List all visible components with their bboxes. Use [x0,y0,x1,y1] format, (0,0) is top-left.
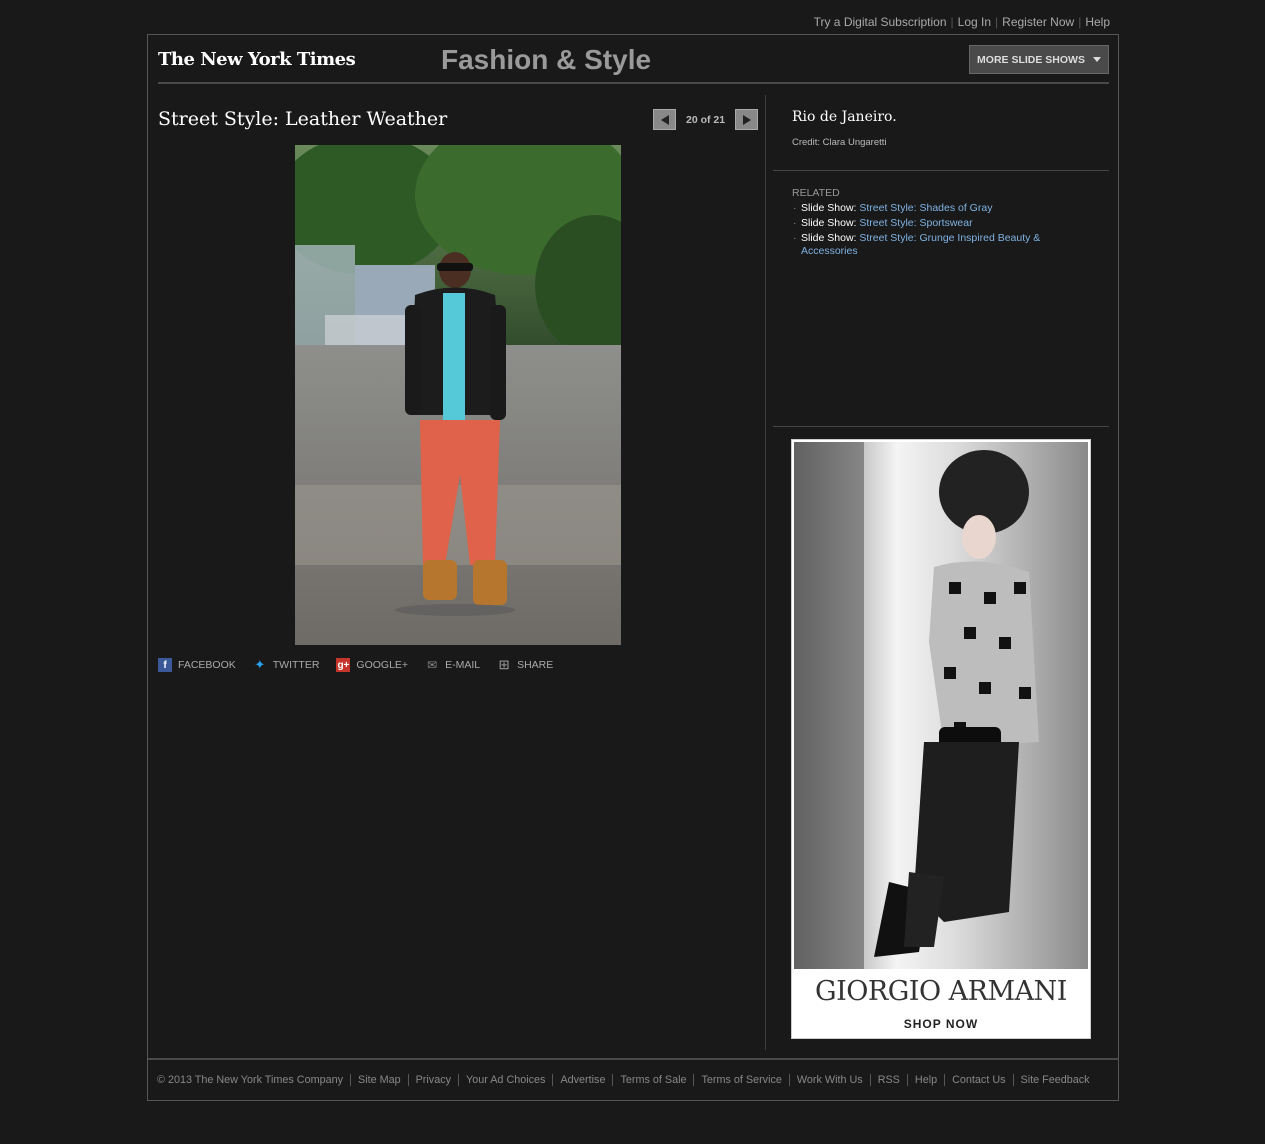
divider [773,170,1109,171]
register-link[interactable]: Register Now [998,15,1078,29]
list-item: Slide Show: Street Style: Shades of Gray [793,202,1073,215]
share-email-label: E-MAIL [445,659,481,671]
share-twitter-button[interactable]: ✦ TWITTER [253,657,320,672]
street-style-photo [295,145,621,645]
footer-advertise[interactable]: Advertise [560,1074,605,1086]
footer-ad-choices[interactable]: Your Ad Choices [466,1074,545,1086]
separator [869,1074,871,1086]
share-facebook-label: FACEBOOK [178,659,236,671]
previous-slide-button[interactable] [653,109,676,130]
related-list: Slide Show: Street Style: Shades of Gray… [793,202,1073,260]
share-more-button[interactable]: ⊞ SHARE [497,657,554,672]
share-facebook-button[interactable]: f FACEBOOK [158,658,236,672]
footer-terms-of-sale[interactable]: Terms of Sale [620,1074,686,1086]
caption-credit: Credit: Clara Ungaretti [792,137,887,148]
help-link[interactable]: Help [1081,15,1114,29]
share-bar: f FACEBOOK ✦ TWITTER g+ GOOGLE+ ✉ E-MAIL… [158,657,554,672]
arrow-right-icon [742,114,751,125]
share-email-button[interactable]: ✉ E-MAIL [425,658,480,672]
ad-shop-now-link[interactable]: SHOP NOW [792,1017,1090,1031]
next-slide-button[interactable] [735,109,759,130]
separator [458,1074,460,1086]
separator [906,1074,908,1086]
footer-rss[interactable]: RSS [878,1074,900,1086]
ad-model-image [794,442,1088,969]
nyt-logo[interactable]: The New York Times [158,49,356,70]
related-prefix: Slide Show: [801,232,857,244]
caret-down-icon [1092,57,1101,62]
divider [773,426,1109,427]
twitter-icon: ✦ [254,657,266,672]
ad-photo [794,442,1088,969]
share-icon: ⊞ [498,657,510,672]
related-prefix: Slide Show: [801,202,857,214]
separator [1012,1074,1014,1086]
separator [788,1074,790,1086]
related-link[interactable]: Street Style: Shades of Gray [859,202,992,214]
separator [693,1074,695,1086]
footer-copyright[interactable]: © 2013 The New York Times Company [157,1074,343,1086]
list-item: Slide Show: Street Style: Grunge Inspire… [793,232,1073,258]
share-google-plus-button[interactable]: g+ GOOGLE+ [336,658,408,672]
masthead: The New York Times Fashion & Style MORE … [158,35,1109,84]
footer-privacy[interactable]: Privacy [416,1074,451,1086]
slide-pager: 20 of 21 [653,109,759,130]
google-plus-icon: g+ [336,658,351,672]
ad-brand: GIORGIO ARMANI [815,976,1067,1007]
footer-help[interactable]: Help [915,1074,937,1086]
related-heading: RELATED [792,187,840,199]
share-google-plus-label: GOOGLE+ [356,659,409,671]
share-twitter-label: TWITTER [272,659,320,671]
more-slide-shows-label: MORE SLIDE SHOWS [977,53,1085,66]
slide-counter: 20 of 21 [686,113,726,126]
top-utility-links: Try a Digital Subscription | Log In | Re… [810,15,1114,29]
footer-links: © 2013 The New York Times Company Site M… [157,1074,1090,1086]
advertisement[interactable]: GIORGIO ARMANI SHOP NOW [791,439,1091,1039]
slide-photo[interactable] [295,145,621,645]
related-link[interactable]: Street Style: Sportswear [859,217,972,229]
email-icon: ✉ [427,658,438,672]
footer-terms-of-service[interactable]: Terms of Service [701,1074,781,1086]
footer-contact-us[interactable]: Contact Us [952,1074,1005,1086]
footer-work-with-us[interactable]: Work With Us [797,1074,863,1086]
login-link[interactable]: Log In [954,15,995,29]
separator [944,1074,946,1086]
arrow-left-icon [660,114,669,125]
share-more-label: SHARE [517,659,554,671]
separator [612,1074,614,1086]
slideshow-title: Street Style: Leather Weather [158,108,448,130]
separator [407,1074,409,1086]
facebook-icon: f [158,658,172,672]
caption-title: Rio de Janeiro. [792,109,897,125]
separator [552,1074,554,1086]
footer-site-feedback[interactable]: Site Feedback [1021,1074,1090,1086]
footer-divider [148,1058,1118,1060]
footer-site-map[interactable]: Site Map [358,1074,401,1086]
section-title[interactable]: Fashion & Style [441,44,651,76]
page-frame: The New York Times Fashion & Style MORE … [147,34,1119,1101]
separator [350,1074,351,1086]
column-divider [765,95,766,1050]
related-prefix: Slide Show: [801,217,857,229]
list-item: Slide Show: Street Style: Sportswear [793,217,1073,230]
digital-subscription-link[interactable]: Try a Digital Subscription [810,15,951,29]
more-slide-shows-button[interactable]: MORE SLIDE SHOWS [969,45,1109,74]
